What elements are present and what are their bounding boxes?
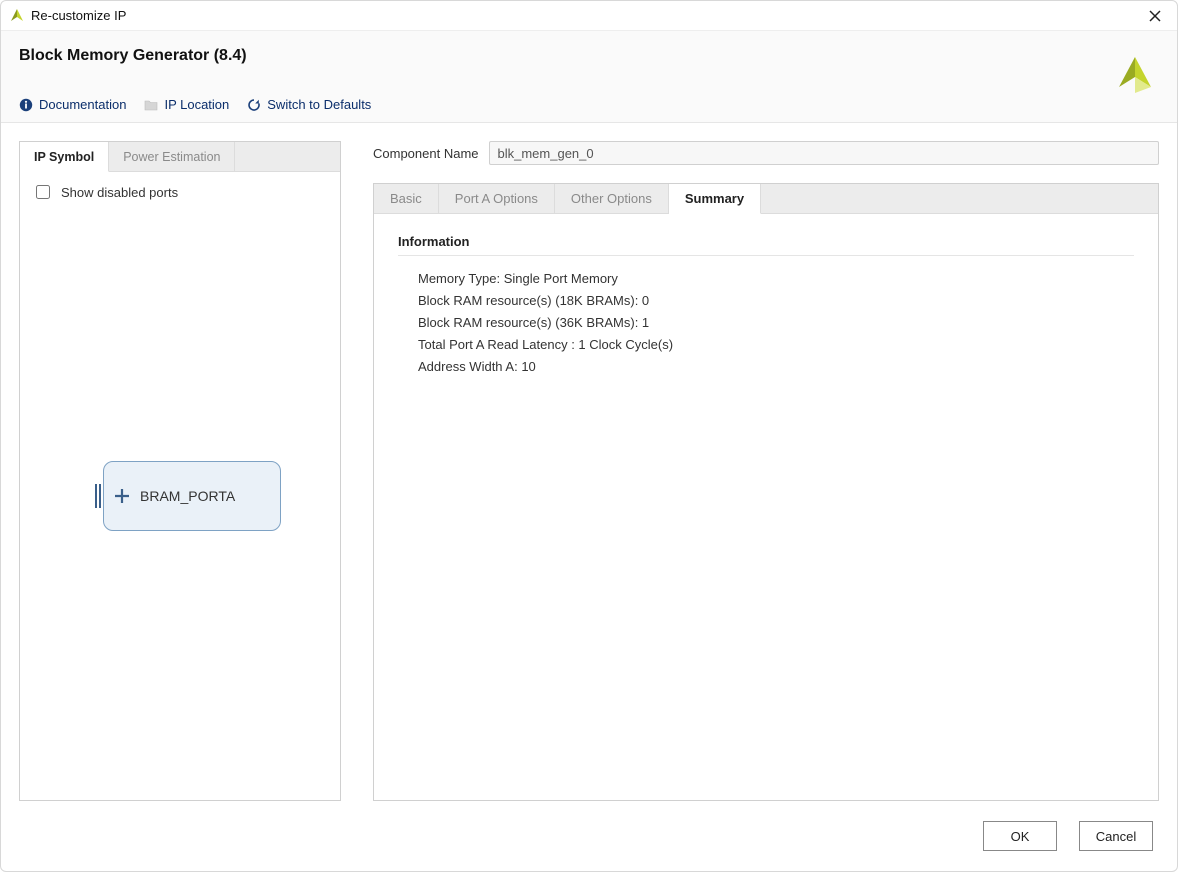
tab-power-estimation[interactable]: Power Estimation <box>109 142 235 171</box>
ip-block[interactable]: BRAM_PORTA <box>103 461 281 531</box>
switch-defaults-label: Switch to Defaults <box>267 97 371 112</box>
window-title: Re-customize IP <box>31 8 126 23</box>
left-panel: IP Symbol Power Estimation Show disabled… <box>19 141 341 801</box>
info-row: Memory Type: Single Port Memory <box>418 268 1134 290</box>
ip-location-button[interactable]: IP Location <box>144 97 229 112</box>
info-row: Address Width A: 10 <box>418 356 1134 378</box>
tab-other-options-label: Other Options <box>571 191 652 206</box>
tab-summary-label: Summary <box>685 191 744 206</box>
titlebar: Re-customize IP <box>1 1 1177 31</box>
right-tabs: Basic Port A Options Other Options Summa… <box>374 184 1158 214</box>
show-disabled-ports-row[interactable]: Show disabled ports <box>32 182 328 202</box>
tab-summary[interactable]: Summary <box>669 184 761 214</box>
app-logo-icon <box>9 8 25 24</box>
show-disabled-ports-checkbox[interactable] <box>36 185 50 199</box>
ok-button[interactable]: OK <box>983 821 1057 851</box>
tab-port-a-options[interactable]: Port A Options <box>439 184 555 213</box>
app-logo-large-icon <box>1115 53 1155 93</box>
refresh-icon <box>247 98 261 112</box>
show-disabled-ports-label: Show disabled ports <box>61 185 178 200</box>
info-row: Block RAM resource(s) (18K BRAMs): 0 <box>418 290 1134 312</box>
info-row: Block RAM resource(s) (36K BRAMs): 1 <box>418 312 1134 334</box>
documentation-button[interactable]: Documentation <box>19 97 126 112</box>
left-tabs: IP Symbol Power Estimation <box>20 142 340 172</box>
tab-ip-symbol-label: IP Symbol <box>34 150 94 164</box>
folder-icon <box>144 98 158 112</box>
expand-plus-icon[interactable] <box>114 488 130 504</box>
tab-basic[interactable]: Basic <box>374 184 439 213</box>
footer: OK Cancel <box>1 801 1177 871</box>
tab-other-options[interactable]: Other Options <box>555 184 669 213</box>
documentation-label: Documentation <box>39 97 126 112</box>
information-heading: Information <box>398 234 1134 256</box>
header-area: Block Memory Generator (8.4) Documentati… <box>1 31 1177 123</box>
info-row: Total Port A Read Latency : 1 Clock Cycl… <box>418 334 1134 356</box>
tab-power-estimation-label: Power Estimation <box>123 150 220 164</box>
summary-content: Information Memory Type: Single Port Mem… <box>374 214 1158 800</box>
port-label: BRAM_PORTA <box>140 488 235 504</box>
tab-basic-label: Basic <box>390 191 422 206</box>
left-body: Show disabled ports <box>20 172 340 800</box>
right-panel: Component Name Basic Port A Options Othe… <box>373 141 1159 801</box>
close-icon[interactable] <box>1145 6 1165 26</box>
component-name-row: Component Name <box>373 141 1159 165</box>
tab-ip-symbol[interactable]: IP Symbol <box>20 142 109 172</box>
component-name-label: Component Name <box>373 146 479 161</box>
page-title: Block Memory Generator (8.4) <box>19 47 1159 65</box>
info-icon <box>19 98 33 112</box>
ip-symbol-diagram: BRAM_PORTA <box>95 461 281 531</box>
component-name-input[interactable] <box>489 141 1160 165</box>
header-toolbar: Documentation IP Location Switch to D <box>19 97 1159 112</box>
right-tabs-wrap: Basic Port A Options Other Options Summa… <box>373 183 1159 801</box>
titlebar-left: Re-customize IP <box>9 8 126 24</box>
tab-port-a-options-label: Port A Options <box>455 191 538 206</box>
port-bus-icon <box>95 484 101 508</box>
cancel-button[interactable]: Cancel <box>1079 821 1153 851</box>
info-list: Memory Type: Single Port Memory Block RA… <box>398 268 1134 378</box>
ip-location-label: IP Location <box>164 97 229 112</box>
body: IP Symbol Power Estimation Show disabled… <box>1 123 1177 801</box>
dialog-window: Re-customize IP Block Memory Generator (… <box>0 0 1178 872</box>
switch-defaults-button[interactable]: Switch to Defaults <box>247 97 371 112</box>
